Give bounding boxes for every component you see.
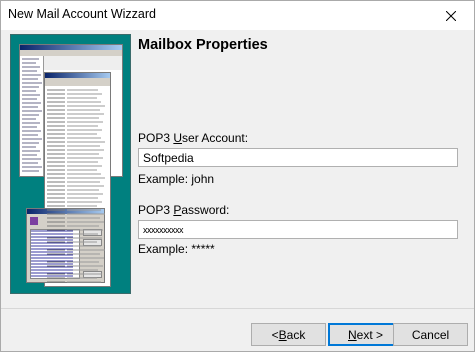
password-example: Example: ***** xyxy=(138,242,215,256)
next-button[interactable]: Next > xyxy=(328,323,403,346)
footer-separator xyxy=(1,308,474,309)
password-input[interactable] xyxy=(138,220,458,239)
window-title: New Mail Account Wizzard xyxy=(8,7,156,21)
title-bar: New Mail Account Wizzard xyxy=(1,1,474,30)
user-account-label: POP3 User Account: xyxy=(138,131,249,145)
illustration-text-lines xyxy=(22,58,105,283)
wizard-window: New Mail Account Wizzard Mailbox Propert… xyxy=(0,0,475,352)
close-icon xyxy=(446,10,456,21)
password-label: POP3 Password: xyxy=(138,203,230,217)
cancel-button[interactable]: Cancel xyxy=(393,323,468,346)
user-account-input[interactable] xyxy=(138,148,458,167)
user-account-example: Example: john xyxy=(138,172,215,186)
page-heading: Mailbox Properties xyxy=(138,37,268,53)
email-client-screenshot-illustration xyxy=(10,34,131,294)
back-button[interactable]: < Back xyxy=(251,323,326,346)
close-button[interactable] xyxy=(428,1,474,30)
